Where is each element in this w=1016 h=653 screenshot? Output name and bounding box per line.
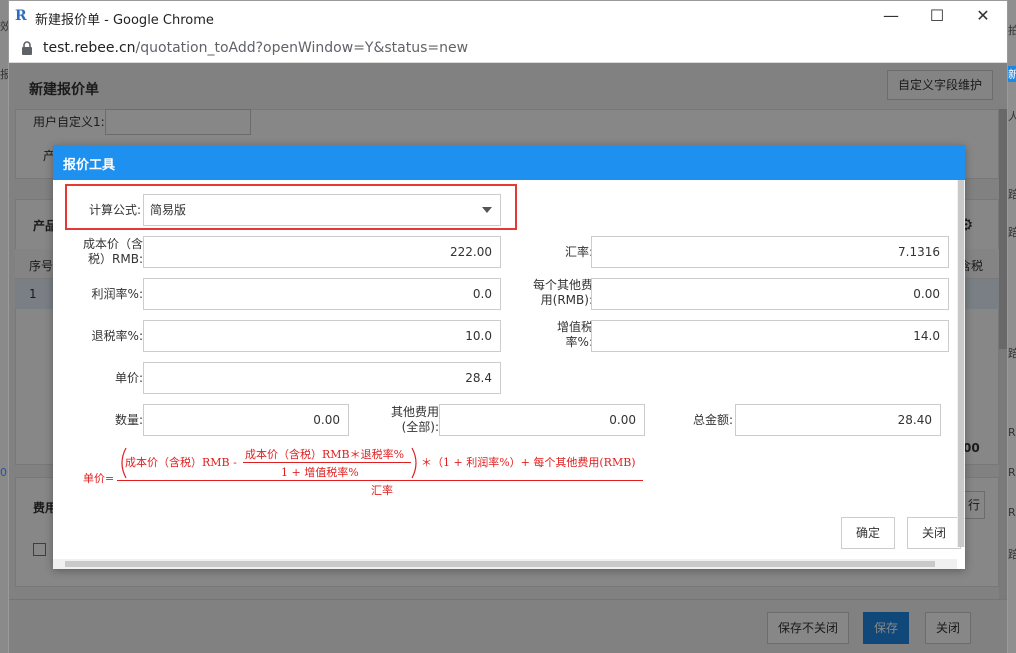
dialog-vertical-scrollbar[interactable] <box>957 180 965 547</box>
bg-text: 踣 <box>1008 548 1016 561</box>
bg-text: 踣 <box>1008 226 1016 239</box>
bg-text: R <box>1008 466 1016 479</box>
formula-inner-numerator: 成本价（含税）RMB＊退税率% <box>245 448 405 461</box>
app-logo-icon: R <box>15 8 27 24</box>
window-title: 新建报价单 - Google Chrome <box>35 13 214 28</box>
dialog-header: 报价工具 <box>53 145 965 180</box>
profit-label: 利润率%: <box>91 287 143 301</box>
dialog-horizontal-scrollbar-thumb[interactable] <box>65 561 935 567</box>
profit-input[interactable]: 0.0 <box>143 278 501 310</box>
formula-times-rest: ＊（1 + 利润率%）+ 每个其他费用(RMB) <box>421 456 636 469</box>
formula-main-bar <box>117 480 643 481</box>
title-bar: R 新建报价单 - Google Chrome — ☐ ✕ <box>9 1 1007 33</box>
bg-text: 人 <box>1008 110 1016 123</box>
formula-denominator: 汇率 <box>371 484 393 497</box>
unit-price-label: 单价: <box>114 371 143 385</box>
address-bar[interactable]: test.rebee.cn/quotation_toAdd?openWindow… <box>9 33 1007 63</box>
bg-text: 报 <box>0 68 8 81</box>
cost-label: 成本价（含税）RMB: <box>82 237 143 266</box>
minimize-button[interactable]: — <box>869 5 913 29</box>
unit-price-input[interactable]: 28.4 <box>143 362 501 394</box>
maximize-button[interactable]: ☐ <box>915 5 959 29</box>
other-each-label: 每个其他费用(RMB): <box>532 278 593 307</box>
other-each-input[interactable]: 0.00 <box>591 278 949 310</box>
formula-label: 计算公式: <box>88 203 141 217</box>
qty-label: 数量: <box>114 413 143 427</box>
formula-lhs: 单价= <box>83 472 115 485</box>
formula-inner-bar <box>243 462 411 463</box>
other-all-label: 其他费用(全部): <box>390 405 439 434</box>
formula-cost-a: 成本价（含税）RMB - <box>125 456 237 469</box>
vat-label: 增值税率%: <box>556 320 593 349</box>
lock-icon <box>22 41 32 55</box>
quote-tool-dialog: 报价工具 计算公式: 简易版 成本价（含税）RMB: 222.00 汇率: 7.… <box>53 145 965 569</box>
url-text[interactable]: test.rebee.cn/quotation_toAdd?openWindow… <box>43 40 468 56</box>
qty-input[interactable]: 0.00 <box>143 404 349 436</box>
formula-select[interactable]: 简易版 <box>143 194 501 226</box>
browser-window: R 新建报价单 - Google Chrome — ☐ ✕ test.rebee… <box>8 0 1008 653</box>
other-all-input[interactable]: 0.00 <box>439 404 645 436</box>
dialog-title: 报价工具 <box>63 158 116 173</box>
chevron-down-icon <box>482 207 492 213</box>
cost-input[interactable]: 222.00 <box>143 236 501 268</box>
bg-text: 新 <box>1008 66 1016 82</box>
dialog-vertical-scrollbar-thumb[interactable] <box>958 180 964 547</box>
refund-label: 退税率%: <box>91 329 143 343</box>
rate-input[interactable]: 7.1316 <box>591 236 949 268</box>
confirm-button[interactable]: 确定 <box>841 517 895 549</box>
rate-label: 汇率: <box>564 245 593 259</box>
formula-select-value: 简易版 <box>150 203 187 217</box>
bg-text: 01 <box>0 466 8 479</box>
dialog-close-button[interactable]: 关闭 <box>907 517 961 549</box>
refund-input[interactable]: 10.0 <box>143 320 501 352</box>
vat-input[interactable]: 14.0 <box>591 320 949 352</box>
close-window-button[interactable]: ✕ <box>961 5 1005 29</box>
bg-text: 踣 <box>1008 188 1016 201</box>
bg-text: R <box>1008 426 1016 439</box>
dialog-horizontal-scrollbar[interactable] <box>53 559 957 569</box>
bg-text: 踣 <box>1008 347 1016 360</box>
total-input[interactable]: 28.40 <box>735 404 941 436</box>
bg-text: R <box>1008 506 1016 519</box>
bg-text: 效 <box>0 20 8 33</box>
dialog-body: 计算公式: 简易版 成本价（含税）RMB: 222.00 汇率: 7.1316 … <box>53 180 965 569</box>
formula-inner-denominator: 1 + 增值税率% <box>281 466 359 479</box>
total-label: 总金额: <box>692 413 733 427</box>
bg-text: 拍 <box>1008 24 1016 37</box>
